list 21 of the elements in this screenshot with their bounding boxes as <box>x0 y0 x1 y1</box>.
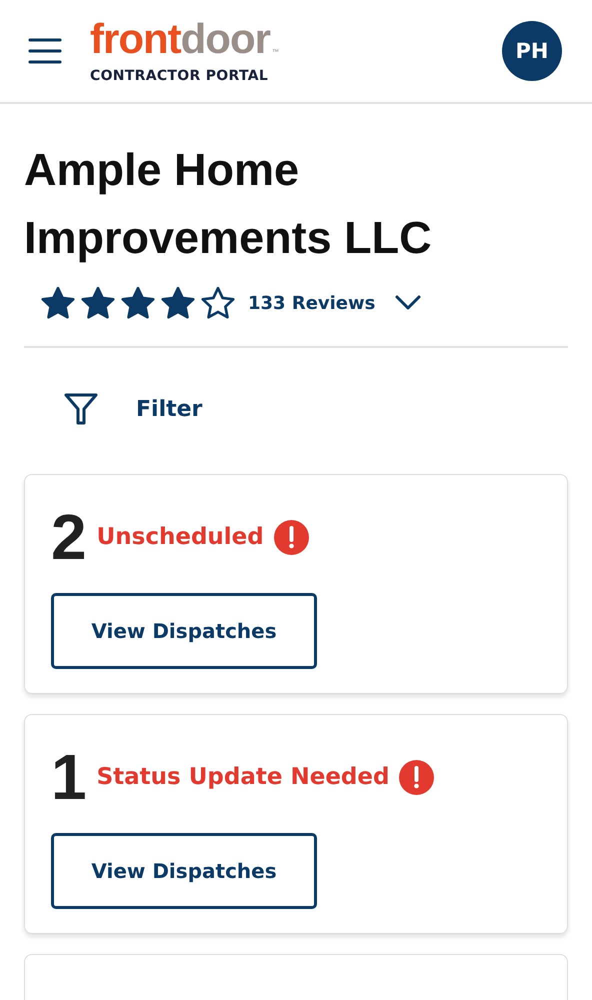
dispatch-status: Status Update Needed <box>96 764 390 790</box>
alert-icon <box>274 520 309 554</box>
dispatch-count: 1 <box>51 745 87 809</box>
star-icon <box>80 286 116 320</box>
alert-icon <box>399 760 434 794</box>
reviews-count[interactable]: 133 Reviews <box>248 292 376 314</box>
star-icon <box>40 286 76 320</box>
star-icon <box>120 286 156 320</box>
star-icon <box>160 286 196 320</box>
view-dispatches-button[interactable]: View Dispatches <box>51 833 317 909</box>
dispatch-count: 2 <box>51 505 87 569</box>
filter-icon <box>64 392 98 426</box>
empty-star-icon <box>200 286 236 320</box>
company-name: Ample Home Improvements LLC <box>24 143 433 265</box>
view-dispatches-button[interactable]: View Dispatches <box>51 593 317 669</box>
filter-button[interactable]: Filter <box>64 392 202 426</box>
portal-subtitle: CONTRACTOR PORTAL <box>90 68 270 84</box>
menu-icon[interactable] <box>28 38 62 64</box>
dispatch-status: Unscheduled <box>96 524 264 550</box>
user-avatar[interactable]: PH <box>502 21 562 81</box>
chevron-down-icon[interactable] <box>395 295 422 311</box>
